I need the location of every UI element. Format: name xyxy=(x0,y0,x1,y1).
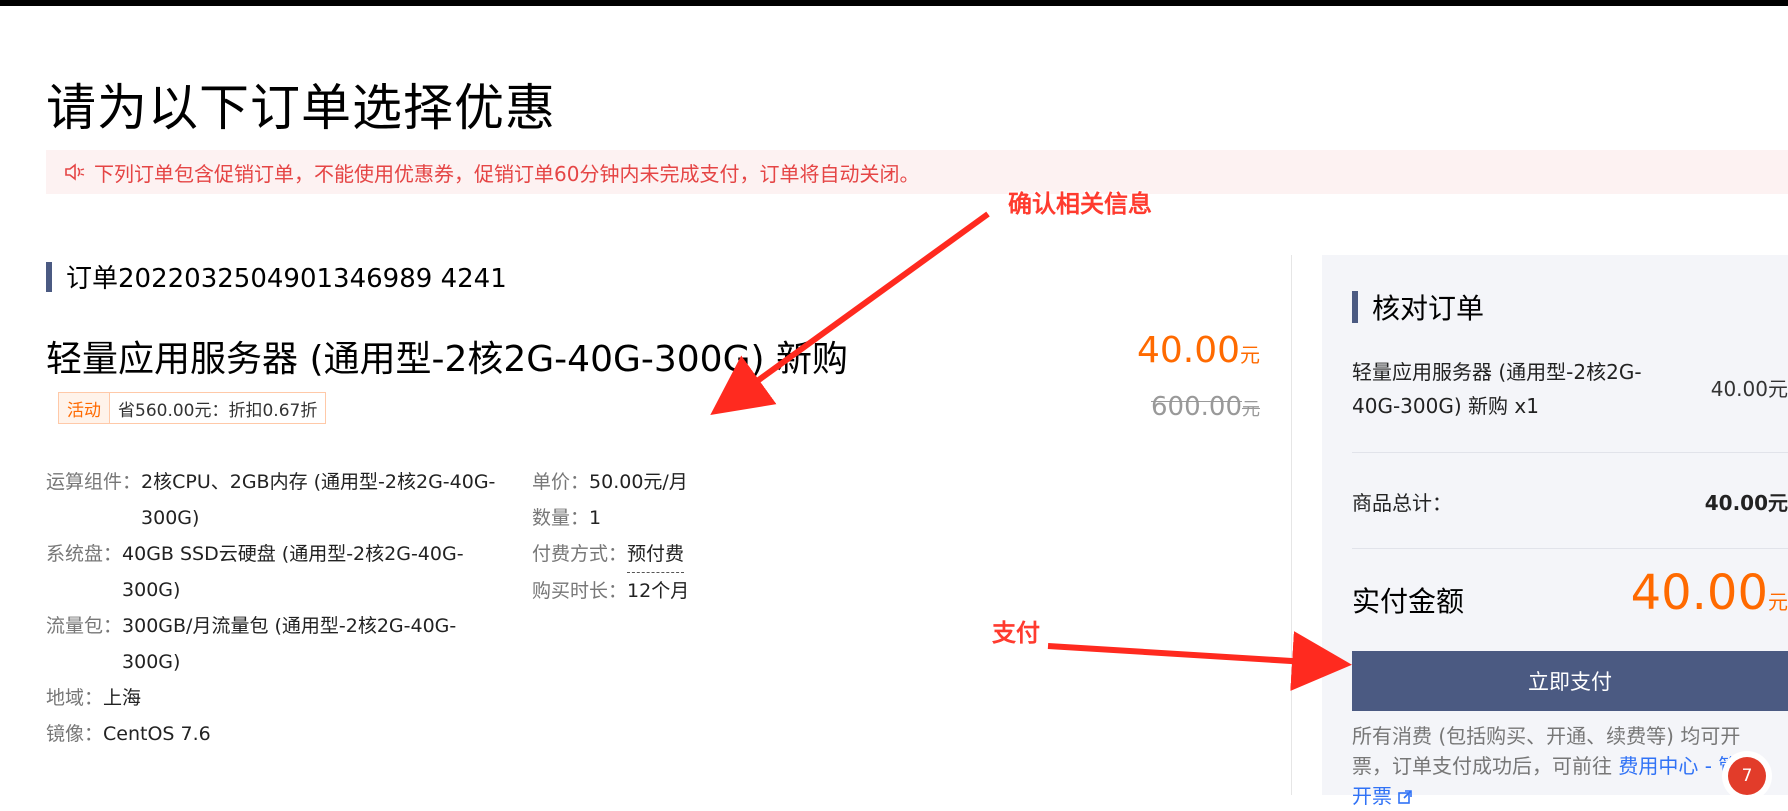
annotation-confirm: 确认相关信息 xyxy=(1008,190,1152,218)
annotation-arrows xyxy=(710,211,1352,691)
arrow-to-product xyxy=(710,211,990,416)
arrow-to-pay-button xyxy=(1047,631,1352,691)
annotation-pay: 支付 xyxy=(992,619,1040,647)
